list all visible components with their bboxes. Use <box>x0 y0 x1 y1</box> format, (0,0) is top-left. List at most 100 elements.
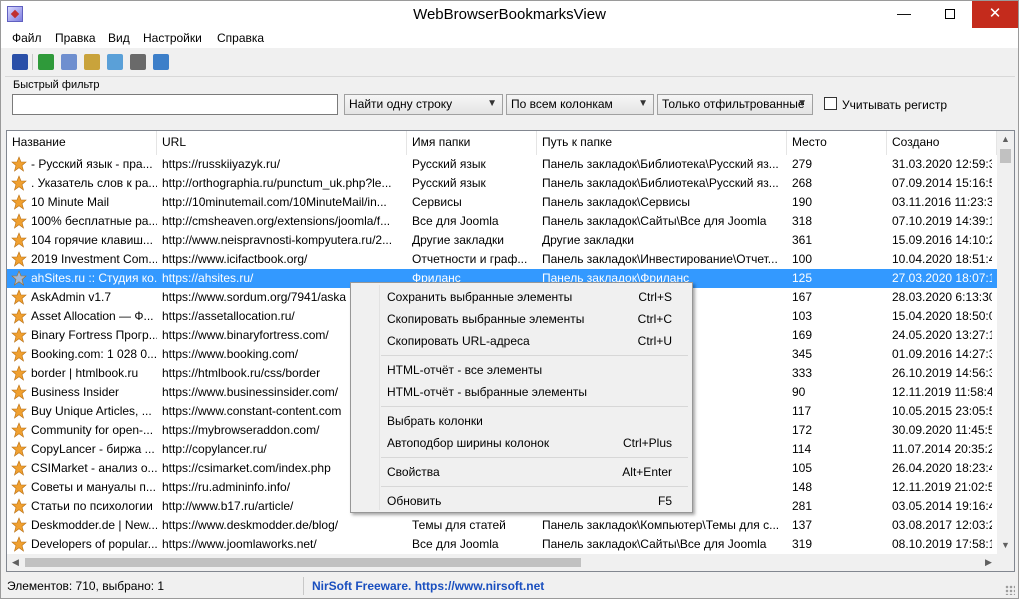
bookmark-star-icon <box>11 270 27 286</box>
context-menu-item[interactable]: HTML-отчёт - все элементы <box>353 359 690 381</box>
case-sensitive-checkbox[interactable] <box>824 97 837 110</box>
cell-created: 03.08.2017 12:03:20 <box>892 518 992 532</box>
context-menu-item-label: Скопировать URL-адреса <box>387 334 530 348</box>
exit-button[interactable] <box>152 53 170 71</box>
table-row[interactable]: . Указатель слов к ра... http://orthograp… <box>7 174 997 193</box>
cell-place: 318 <box>792 214 813 228</box>
nirsoft-link[interactable]: NirSoft Freeware. https://www.nirsoft.ne… <box>312 579 544 593</box>
context-menu-item[interactable]: HTML-отчёт - выбранные элементы <box>353 381 690 403</box>
context-menu-item[interactable]: Автоподбор ширины колонок Ctrl+Plus <box>353 432 690 454</box>
resize-grip-icon[interactable] <box>1005 585 1015 595</box>
filter-show-select[interactable]: Только отфильтрованные ▼ <box>657 94 813 115</box>
menu-file[interactable]: Файл <box>12 31 42 45</box>
context-menu-item[interactable]: Свойства Alt+Enter <box>353 461 690 483</box>
cell-place: 137 <box>792 518 813 532</box>
column-header-created[interactable]: Создано <box>887 131 997 155</box>
table-row[interactable]: 10 Minute Mail http://10minutemail.com/10… <box>7 193 997 212</box>
cell-created: 12.11.2019 21:02:58 <box>892 480 992 494</box>
table-row[interactable]: 100% бесплатные ра... http://cmsheaven.or… <box>7 212 997 231</box>
column-header-name[interactable]: Название <box>7 131 157 155</box>
context-menu: Сохранить выбранные элементы Ctrl+S Скопир… <box>350 282 693 513</box>
column-header-folder[interactable]: Имя папки <box>407 131 537 155</box>
html-report-button[interactable] <box>129 53 147 71</box>
menu-settings[interactable]: Настройки <box>143 31 202 45</box>
context-menu-separator <box>381 486 688 487</box>
find-button[interactable] <box>106 53 124 71</box>
bookmark-star-icon <box>11 289 27 305</box>
menu-view[interactable]: Вид <box>108 31 130 45</box>
table-row[interactable]: Deskmodder.de | New... https://www.deskmo… <box>7 516 997 535</box>
cell-created: 10.05.2015 23:05:51 <box>892 404 992 418</box>
scroll-up-icon[interactable]: ▲ <box>997 131 1014 148</box>
menu-edit[interactable]: Правка <box>55 31 96 45</box>
cell-folder: Другие закладки <box>412 233 504 247</box>
table-row[interactable]: 104 горячие клавиш... http://www.neisprav… <box>7 231 997 250</box>
context-menu-item-label: Скопировать выбранные элементы <box>387 312 585 326</box>
table-row[interactable]: Developers of popular... https://www.joom… <box>7 535 997 554</box>
close-button[interactable]: ✕ <box>972 1 1018 28</box>
filter-columns-select[interactable]: По всем колонкам ▼ <box>506 94 654 115</box>
quick-filter-input[interactable] <box>12 94 338 115</box>
context-menu-item-label: Автоподбор ширины колонок <box>387 436 550 450</box>
column-header-place[interactable]: Место <box>787 131 887 155</box>
column-header-path[interactable]: Путь к папке <box>537 131 787 155</box>
cell-created: 08.10.2019 17:58:15 <box>892 537 992 551</box>
status-bar: Элементов: 710, выбрано: 1 NirSoft Freew… <box>1 575 1018 598</box>
filter-columns-value: По всем колонкам <box>511 97 613 111</box>
chevron-down-icon: ▼ <box>797 98 807 109</box>
cell-url: http://www.neispravnosti-kompyutera.ru/2… <box>162 233 393 247</box>
context-menu-item[interactable]: Выбрать колонки <box>353 410 690 432</box>
bookmark-star-icon <box>11 175 27 191</box>
cell-name: Booking.com: 1 028 0... <box>31 347 157 361</box>
context-menu-item-label: Сохранить выбранные элементы <box>387 290 573 304</box>
cell-place: 114 <box>792 442 812 456</box>
cell-folder: Все для Joomla <box>412 214 499 228</box>
cell-folder: Темы для статей <box>412 518 506 532</box>
cell-place: 190 <box>792 195 813 209</box>
status-divider <box>303 577 304 595</box>
filter-mode-select[interactable]: Найти одну строку ▼ <box>344 94 503 115</box>
table-row[interactable]: - Русский язык - пра... https://russkiiya… <box>7 155 997 174</box>
cell-created: 07.10.2019 14:39:19 <box>892 214 992 228</box>
html-report-icon <box>130 54 146 70</box>
bookmark-star-icon <box>11 308 27 324</box>
maximize-button[interactable] <box>927 1 973 28</box>
column-header-url[interactable]: URL <box>157 131 407 155</box>
cell-created: 27.03.2020 18:07:19 <box>892 271 992 285</box>
title-bar[interactable]: WebBrowserBookmarksView — ✕ <box>1 1 1018 28</box>
table-row[interactable]: 2019 Investment Com... https://www.icifac… <box>7 250 997 269</box>
context-menu-item[interactable]: Скопировать выбранные элементы Ctrl+C <box>353 308 690 330</box>
cell-path: Панель закладок\Инвестирование\Отчет... <box>542 252 778 266</box>
horizontal-scrollbar[interactable]: ◀ ▶ <box>7 554 997 571</box>
vertical-scroll-thumb[interactable] <box>1000 149 1011 163</box>
copy-button[interactable] <box>60 53 78 71</box>
cell-url: http://10minutemail.com/10MinuteMail/in.… <box>162 195 387 209</box>
refresh-button[interactable] <box>37 53 55 71</box>
cell-created: 03.05.2014 19:16:49 <box>892 499 992 513</box>
menu-help[interactable]: Справка <box>217 31 264 45</box>
cell-place: 345 <box>792 347 813 361</box>
vertical-scrollbar[interactable]: ▲ ▼ <box>997 131 1014 554</box>
context-menu-item[interactable]: Обновить F5 <box>353 490 690 512</box>
bookmark-star-icon <box>11 384 27 400</box>
cell-created: 11.07.2014 20:35:24 <box>892 442 992 456</box>
scroll-down-icon[interactable]: ▼ <box>997 537 1014 554</box>
case-sensitive-label[interactable]: Учитывать регистр <box>842 98 947 112</box>
context-menu-item[interactable]: Скопировать URL-адреса Ctrl+U <box>353 330 690 352</box>
horizontal-scroll-thumb[interactable] <box>25 558 581 567</box>
find-icon <box>107 54 123 70</box>
cell-place: 281 <box>792 499 813 513</box>
cell-place: 125 <box>792 271 813 285</box>
cell-folder: Все для Joomla <box>412 537 499 551</box>
cell-place: 90 <box>792 385 806 399</box>
cell-created: 01.09.2016 14:27:39 <box>892 347 992 361</box>
scroll-left-icon[interactable]: ◀ <box>7 554 24 571</box>
minimize-button[interactable]: — <box>881 1 927 28</box>
save-button[interactable] <box>11 53 29 71</box>
scroll-right-icon[interactable]: ▶ <box>980 554 997 571</box>
cell-name: Asset Allocation — Ф... <box>31 309 154 323</box>
properties-button[interactable] <box>83 53 101 71</box>
cell-place: 333 <box>792 366 813 380</box>
context-menu-item[interactable]: Сохранить выбранные элементы Ctrl+S <box>353 286 690 308</box>
cell-folder: Русский язык <box>412 157 486 171</box>
